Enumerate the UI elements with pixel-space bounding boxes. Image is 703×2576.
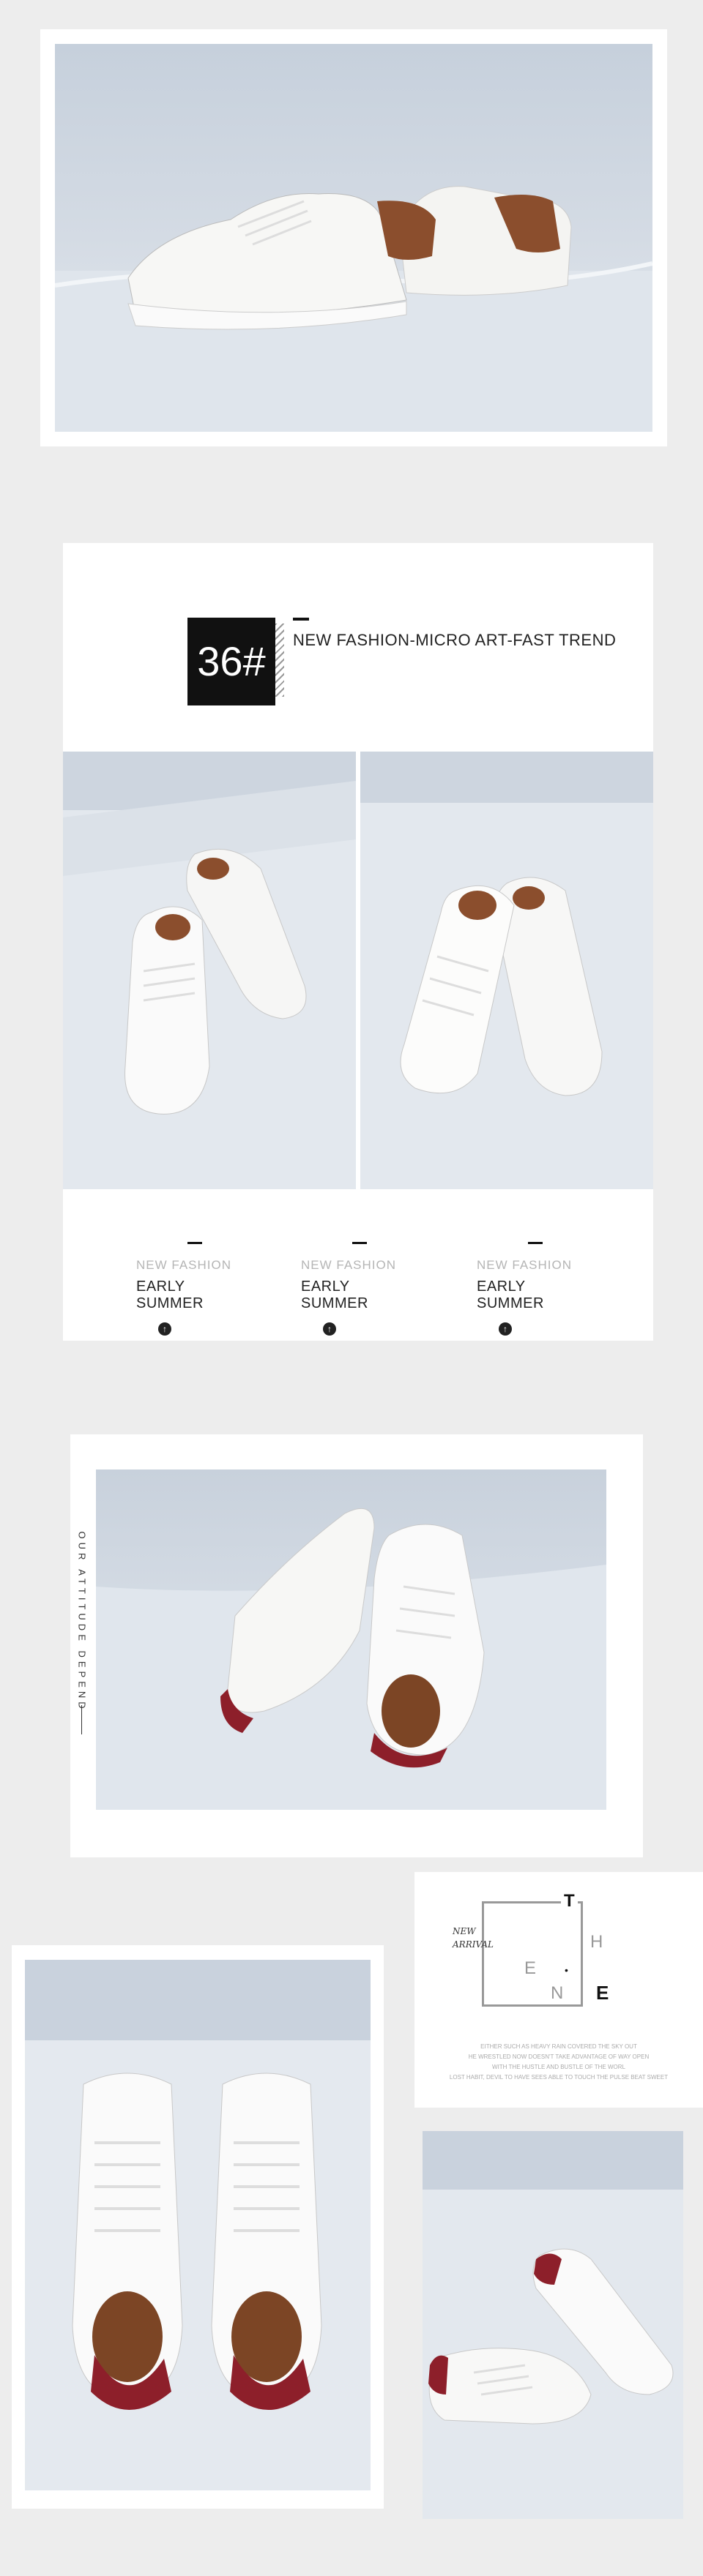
subtitle-dash xyxy=(352,1242,367,1244)
shoes-photo-right xyxy=(360,752,653,1189)
letter-e1: E xyxy=(524,1958,537,1978)
subtitle-3: NEW FASHION EARLY SUMMER ↑ xyxy=(477,1242,594,1336)
tagline: NEW FASHION-MICRO ART-FAST TREND xyxy=(293,631,617,649)
subtitle-1: NEW FASHION EARLY SUMMER ↑ xyxy=(136,1242,253,1336)
the-new-frame xyxy=(482,1901,583,2007)
letter-t: T xyxy=(561,1891,578,1912)
tagline-dash xyxy=(293,618,309,621)
the-new-card: T H E • N E NEW ARRIVAL EITHER SUCH AS H… xyxy=(414,1872,703,2108)
vertical-label: OUR ATTITUDE DEPEND xyxy=(76,1531,88,1712)
pair-photo xyxy=(25,1960,371,2490)
letter-h: H xyxy=(590,1932,603,1952)
letter-e2: E xyxy=(594,1982,611,2004)
hero-frame xyxy=(40,29,667,446)
body-line: WITH THE HUSTLE AND BUSTLE OF THE WORL xyxy=(492,2064,625,2070)
vertical-rule xyxy=(81,1705,82,1734)
pair-card xyxy=(12,1945,384,2509)
shoes-photo-left xyxy=(63,752,356,1189)
subtitle-value: EARLY SUMMER xyxy=(301,1278,368,1311)
subtitle-label: NEW FASHION xyxy=(136,1258,232,1272)
up-arrow-icon: ↑ xyxy=(158,1322,171,1336)
new-arrival-label: NEW ARRIVAL xyxy=(453,1926,494,1950)
attitude-vertical-text: OUR ATTITUDE DEPEND xyxy=(75,1526,89,1734)
subtitle-dash xyxy=(528,1242,543,1244)
badge-stripes xyxy=(275,624,284,697)
subtitle-value: EARLY SUMMER xyxy=(477,1278,544,1311)
body-line: LOST HABIT, DEVIL TO HAVE SEES ABLE TO T… xyxy=(449,2074,669,2081)
letter-n: N xyxy=(551,1983,564,2003)
attitude-card xyxy=(70,1434,643,1857)
letter-dot: • xyxy=(565,1964,568,1976)
subtitle-label: NEW FASHION xyxy=(477,1258,573,1272)
subtitle-2: NEW FASHION EARLY SUMMER ↑ xyxy=(301,1242,418,1336)
subtitle-dash xyxy=(187,1242,202,1244)
up-arrow-icon: ↑ xyxy=(499,1322,512,1336)
subtitle-label: NEW FASHION xyxy=(301,1258,397,1272)
size-badge: 36# xyxy=(187,618,275,705)
attitude-photo xyxy=(96,1469,606,1810)
hero-photo xyxy=(55,44,652,432)
intro-card: 36# NEW FASHION-MICRO ART-FAST TREND NEW… xyxy=(63,543,653,1341)
body-line: EITHER SUCH AS HEAVY RAIN COVERED THE SK… xyxy=(480,2043,637,2050)
body-line: HE WRESTLED NOW DOESN'T TAKE ADVANTAGE O… xyxy=(468,2053,650,2060)
the-new-body: EITHER SUCH AS HEAVY RAIN COVERED THE SK… xyxy=(429,2042,688,2083)
up-arrow-icon: ↑ xyxy=(323,1322,336,1336)
subtitle-value: EARLY SUMMER xyxy=(136,1278,204,1311)
angle-photo xyxy=(423,2131,683,2519)
